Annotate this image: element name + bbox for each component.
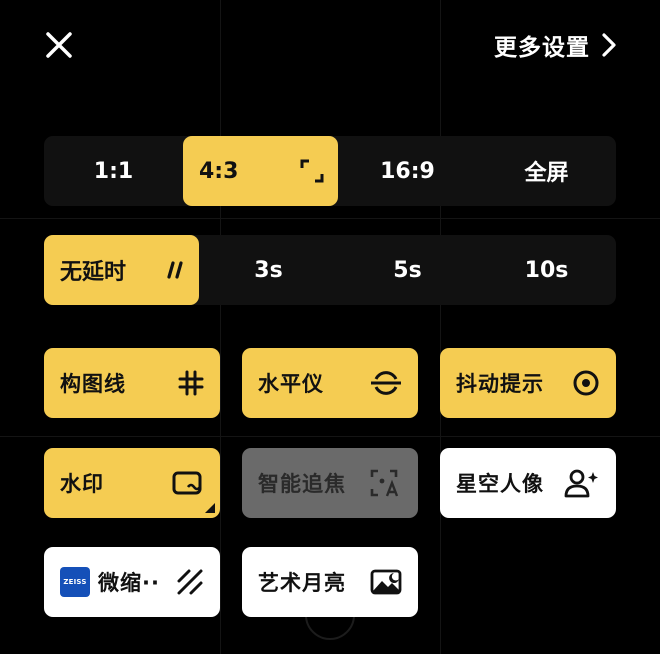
starry-portrait-icon [564, 468, 600, 498]
timer-option-5s[interactable]: 5s [338, 235, 477, 305]
smart-focus-toggle[interactable]: 智能追焦 [242, 448, 418, 518]
close-button[interactable] [40, 26, 78, 64]
close-icon [46, 32, 72, 58]
timer-option-label: 3s [254, 257, 283, 283]
art-moon-toggle[interactable]: 艺术月亮 [242, 547, 418, 617]
aspect-option-label: 1:1 [93, 158, 134, 184]
timer-option-label: 5s [393, 257, 422, 283]
timer-option-none[interactable]: 无延时 [44, 235, 199, 305]
aspect-option-fullscreen[interactable]: 全屏 [477, 136, 616, 206]
tile-label: 智能追焦 [258, 472, 346, 496]
timer-option-3s[interactable]: 3s [199, 235, 338, 305]
aspect-option-1-1[interactable]: 1:1 [44, 136, 183, 206]
tile-label: 微缩·· [98, 571, 160, 595]
grid-line [220, 0, 221, 654]
tile-label: 艺术月亮 [258, 571, 346, 595]
tile-label: 抖动提示 [456, 372, 544, 396]
expand-indicator [205, 503, 215, 513]
chevron-right-icon [602, 33, 616, 57]
grid-icon [178, 370, 204, 396]
timer-option-10s[interactable]: 10s [477, 235, 616, 305]
timer-selector: 无延时 3s 5s 10s [44, 235, 616, 305]
composition-grid-toggle[interactable]: 构图线 [44, 348, 220, 418]
timer-off-icon [165, 260, 185, 280]
art-moon-icon [370, 568, 402, 596]
tilt-shift-icon [176, 568, 204, 596]
more-settings-button[interactable]: 更多设置 [494, 26, 616, 64]
shake-hint-icon [572, 369, 600, 397]
aspect-option-label: 16:9 [380, 158, 435, 184]
level-icon [370, 368, 402, 398]
grid-line [0, 436, 660, 437]
tile-label: 水平仪 [258, 372, 324, 396]
tile-label: 构图线 [60, 372, 126, 396]
timer-option-label: 10s [524, 257, 569, 283]
more-settings-label: 更多设置 [494, 35, 590, 61]
tilt-shift-toggle[interactable]: ZEISS 微缩·· [44, 547, 220, 617]
aspect-option-label: 全屏 [524, 161, 569, 186]
level-toggle[interactable]: 水平仪 [242, 348, 418, 418]
zeiss-badge-text: ZEISS [63, 578, 87, 586]
tile-label: 星空人像 [456, 472, 544, 496]
starry-portrait-toggle[interactable]: 星空人像 [440, 448, 616, 518]
watermark-toggle[interactable]: 水印 [44, 448, 220, 518]
crop-frame-icon [300, 159, 324, 183]
aspect-ratio-selector: 1:1 4:3 16:9 全屏 [44, 136, 616, 206]
shake-hint-toggle[interactable]: 抖动提示 [440, 348, 616, 418]
grid-line [0, 218, 660, 219]
timer-option-label: 无延时 [60, 260, 127, 285]
watermark-icon [172, 469, 204, 497]
aspect-option-4-3[interactable]: 4:3 [183, 136, 338, 206]
zeiss-logo: ZEISS [60, 567, 90, 597]
grid-line [440, 0, 441, 654]
tile-label: 水印 [60, 472, 104, 496]
smart-focus-icon [370, 469, 402, 497]
aspect-option-label: 4:3 [199, 158, 239, 184]
aspect-option-16-9[interactable]: 16:9 [338, 136, 477, 206]
